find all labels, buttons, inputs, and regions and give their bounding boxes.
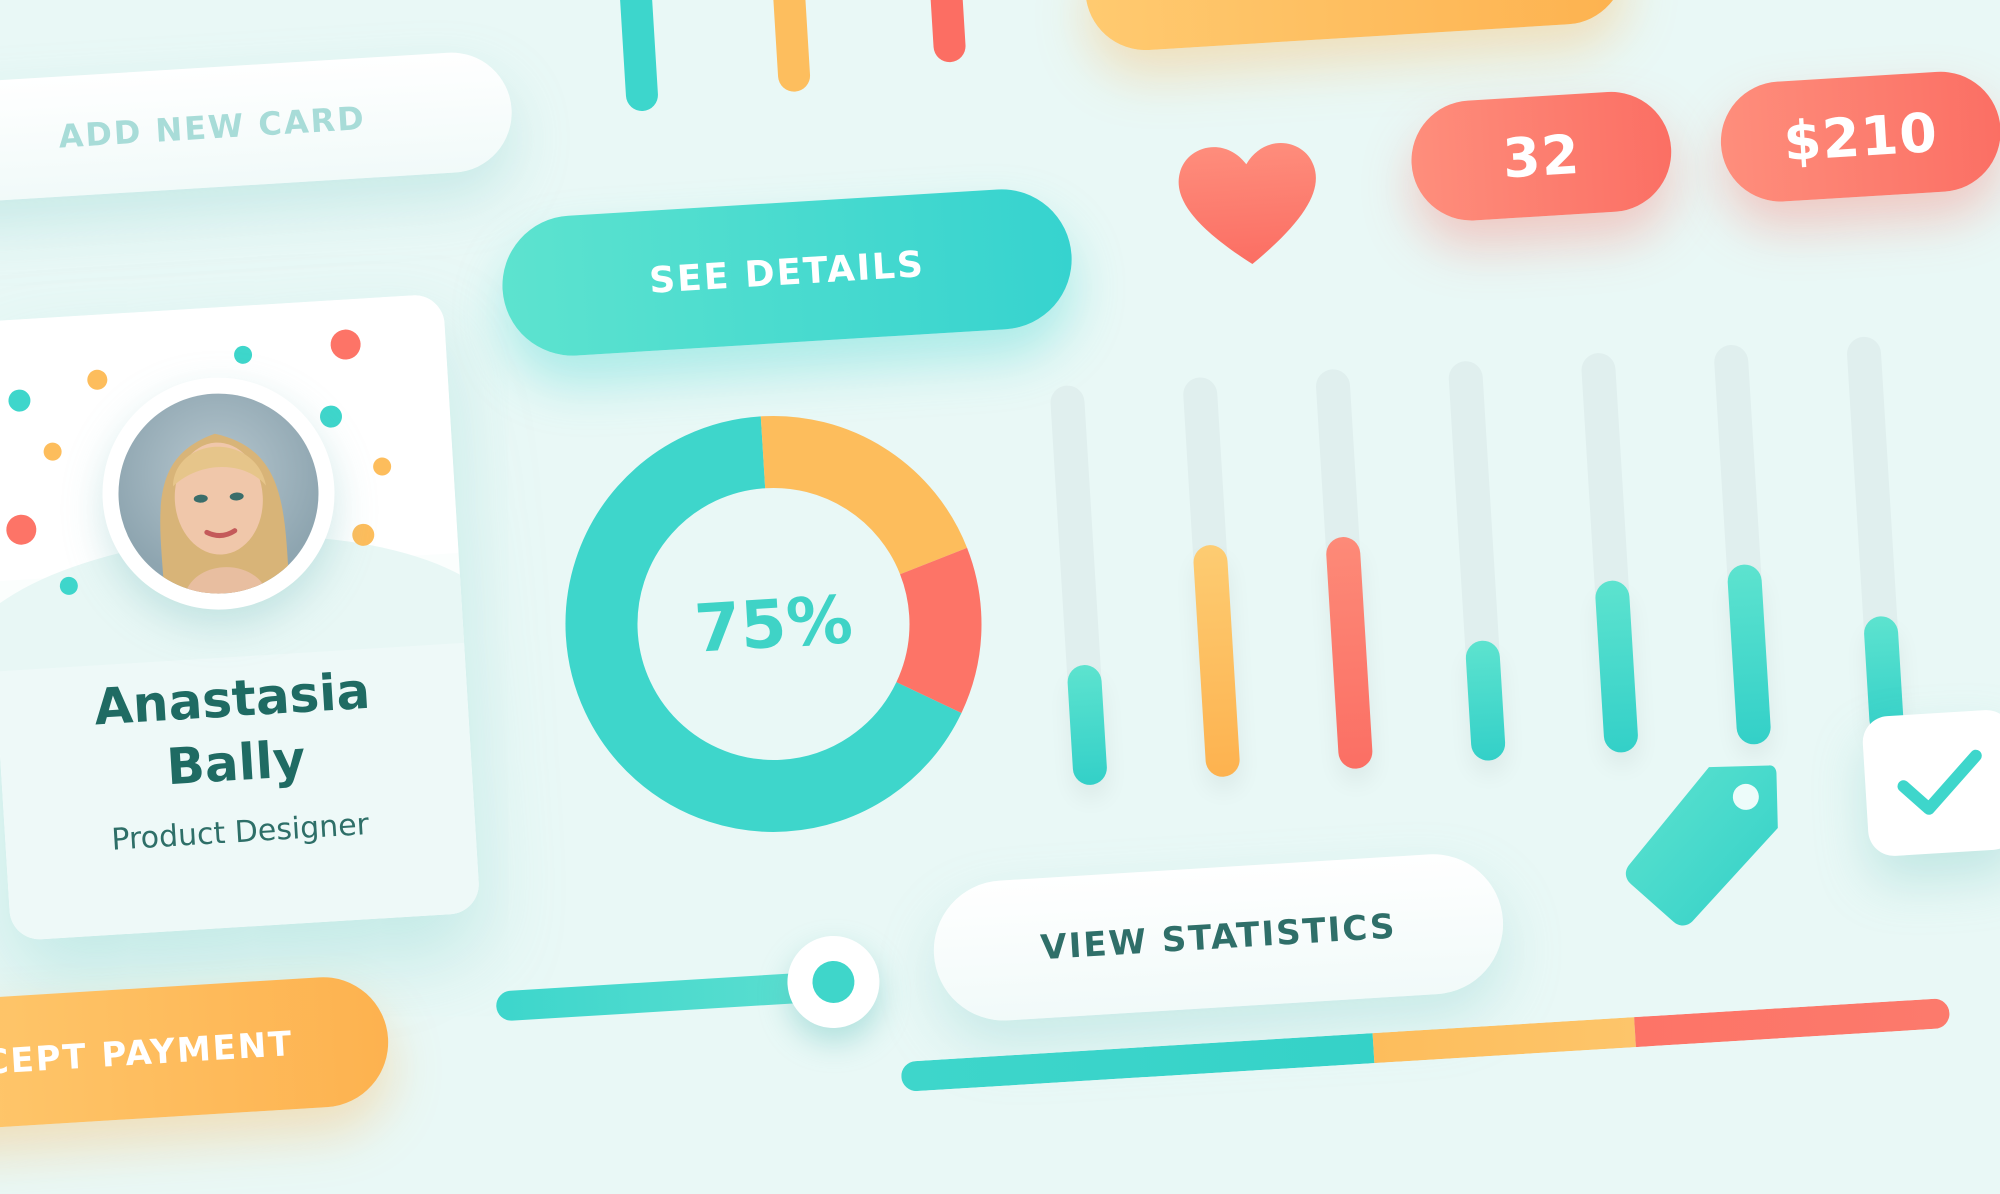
- price-tag-icon[interactable]: [1614, 753, 1794, 933]
- progress-bar-fill: [1726, 563, 1772, 746]
- view-statistics-button[interactable]: VIEW STATISTICS: [929, 850, 1508, 1025]
- profile-card[interactable]: Anastasia Bally Product Designer: [0, 293, 481, 942]
- accept-payment-label: CEPT PAYMENT: [0, 1024, 295, 1083]
- top-bar-coral: [927, 0, 967, 64]
- ui-kit-canvas: ADD NEW CARD SEE DETAILS 32 $210 Anastas…: [0, 0, 2000, 1185]
- progress-bar-fill: [1594, 579, 1639, 754]
- add-new-card-label: ADD NEW CARD: [57, 98, 367, 156]
- progress-bar-fill: [1066, 664, 1108, 786]
- progress-bar-track: [1315, 368, 1374, 770]
- slider-handle-dot: [811, 959, 856, 1005]
- see-details-button[interactable]: SEE DETAILS: [498, 185, 1076, 360]
- progress-bar-group: [0, 0, 1964, 786]
- segment-coral: [1634, 997, 1951, 1048]
- progress-bar-fill: [1325, 536, 1374, 770]
- checkmark-icon: [1897, 749, 1982, 815]
- progress-bar-fill: [1464, 639, 1507, 762]
- add-new-card-button[interactable]: ADD NEW CARD: [0, 49, 516, 206]
- person-portrait-icon: [160, 433, 290, 598]
- count-badge[interactable]: 32: [1407, 88, 1675, 225]
- view-statistics-label: VIEW STATISTICS: [1039, 906, 1398, 969]
- slider-handle[interactable]: [784, 933, 883, 1031]
- progress-bar-track: [1580, 352, 1639, 754]
- donut-chart: 75%: [551, 402, 996, 847]
- count-badge-value: 32: [1500, 122, 1582, 190]
- progress-bar-fill: [1192, 544, 1241, 778]
- segment-orange: [1372, 1017, 1636, 1064]
- progress-bar-track: [1049, 384, 1108, 786]
- top-orange-pill[interactable]: [1081, 0, 1629, 54]
- accept-payment-button[interactable]: CEPT PAYMENT: [0, 973, 393, 1134]
- price-badge-value: $210: [1781, 100, 1940, 173]
- top-bar-teal: [617, 0, 659, 112]
- progress-bar-track: [1182, 376, 1241, 778]
- heart-icon[interactable]: [1170, 130, 1328, 279]
- progress-bar-track: [1447, 360, 1507, 762]
- segment-teal: [900, 1033, 1374, 1092]
- checkbox[interactable]: [1861, 708, 2000, 858]
- see-details-label: SEE DETAILS: [648, 243, 927, 302]
- slider-track[interactable]: [495, 970, 837, 1022]
- price-badge[interactable]: $210: [1717, 68, 2000, 206]
- progress-bar-track: [1846, 335, 1905, 738]
- top-bar-orange: [770, 0, 811, 93]
- progress-bar-track: [1713, 343, 1772, 746]
- avatar-photo: [112, 387, 325, 600]
- donut-percentage: 75%: [692, 580, 855, 668]
